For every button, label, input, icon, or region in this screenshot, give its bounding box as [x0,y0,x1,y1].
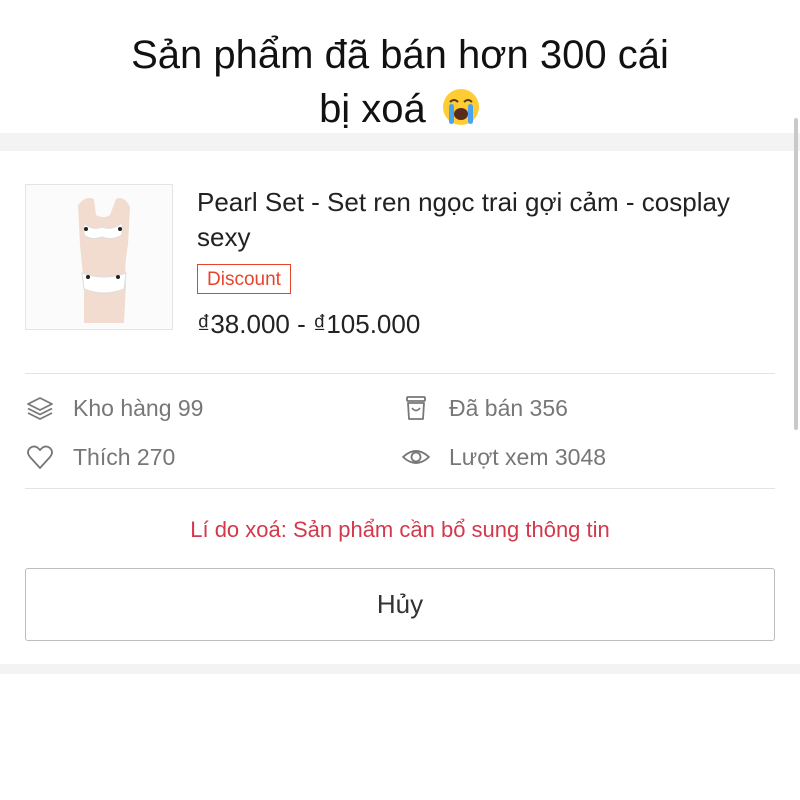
stat-likes: Thích 270 [25,442,175,472]
heart-icon [27,445,53,469]
stat-likes-label: Thích 270 [73,443,176,470]
divider-top [25,373,775,374]
stat-sold: Đã bán 356 [401,393,568,423]
caption-line-2: bị xoá [319,87,426,131]
product-name[interactable]: Pearl Set - Set ren ngọc trai gợi cảm - … [197,185,737,255]
lingerie-on-mannequin-image [26,185,172,329]
post-caption: Sản phẩm đã bán hơn 300 cái bị xoá [0,28,800,136]
cancel-button[interactable]: Hủy [25,568,775,641]
stat-views-label: Lượt xem 3048 [449,443,607,470]
eye-icon [402,450,430,464]
stat-stock: Kho hàng 99 [25,393,203,423]
product-card: Pearl Set - Set ren ngọc trai gợi cảm - … [0,151,800,664]
product-thumbnail[interactable] [25,184,173,330]
caption-line-1: Sản phẩm đã bán hơn 300 cái [131,33,669,77]
shopping-bag-icon [406,396,426,420]
loudly-crying-face-icon [442,89,479,125]
price-range: ₫38.000 - ₫105.000 [197,309,421,339]
scrollbar[interactable] [794,118,798,430]
divider-bottom [25,488,775,489]
separator-band-top [0,133,800,151]
discount-badge: Discount [197,264,291,294]
deletion-reason: Lí do xoá: Sản phẩm cần bổ sung thông ti… [190,517,610,542]
stat-stock-label: Kho hàng 99 [73,394,204,421]
stat-sold-label: Đã bán 356 [449,394,568,421]
stack-layers-icon [27,397,53,420]
separator-band-bottom [0,664,800,674]
stat-views: Lượt xem 3048 [401,442,606,472]
caption-line-2-wrap: bị xoá [0,82,800,136]
